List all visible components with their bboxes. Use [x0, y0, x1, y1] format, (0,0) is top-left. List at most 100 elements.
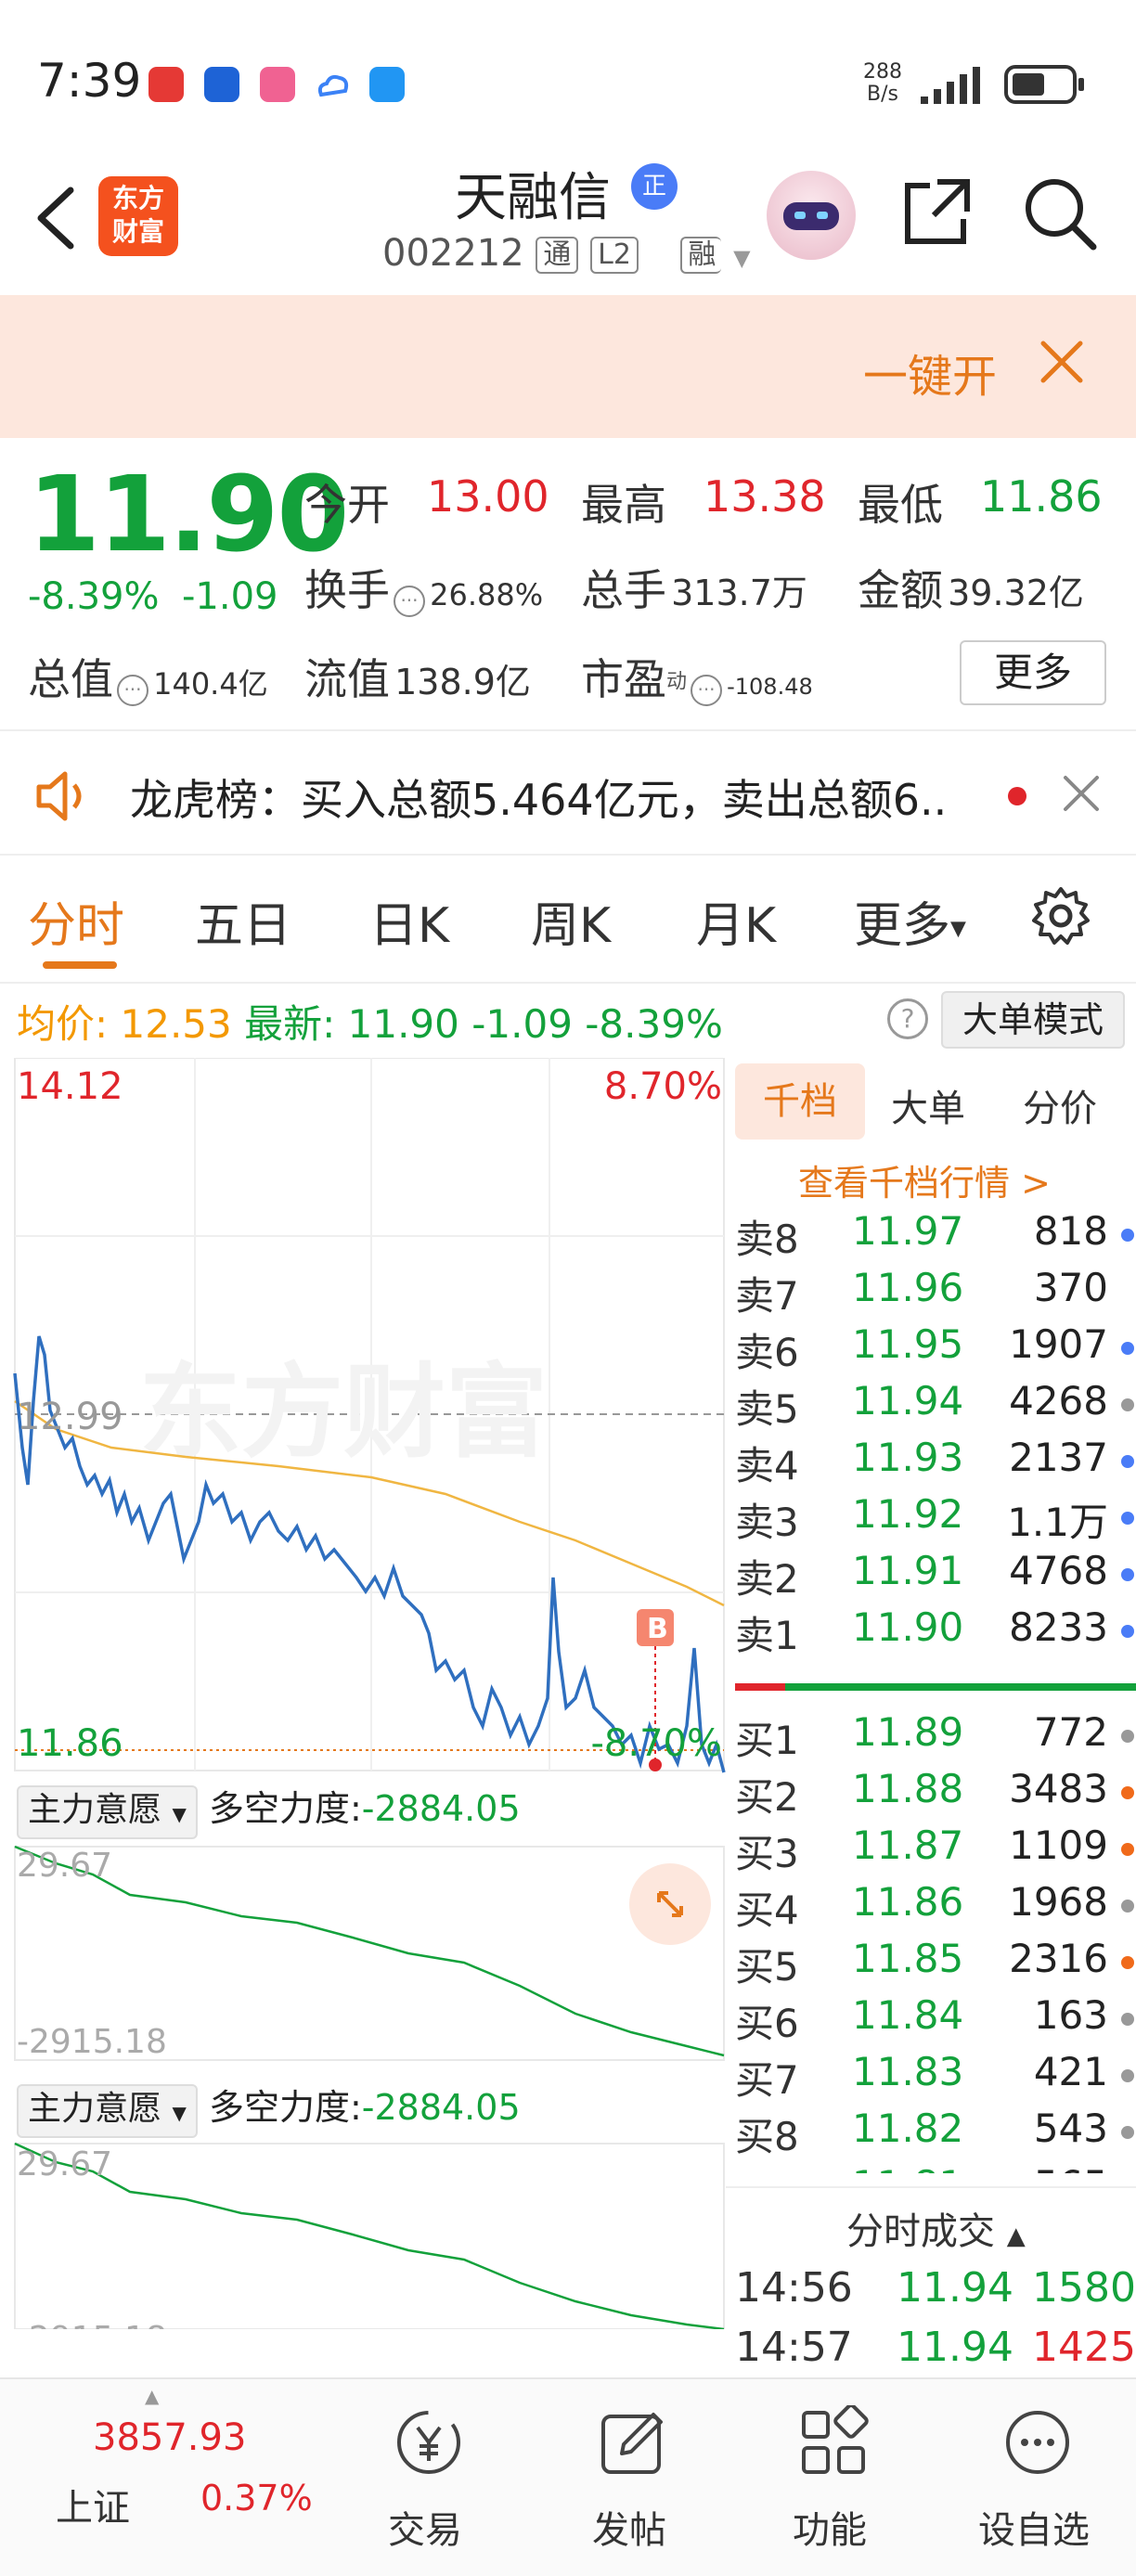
tag-l2: L2 [590, 237, 639, 274]
tab-weekly-k[interactable]: 周K [531, 886, 611, 956]
indicator-select-label: 主力意愿 [28, 2090, 162, 2128]
ask-row[interactable]: 卖2 11.91 4768 [726, 1548, 1136, 1604]
bid-row[interactable]: 买3 11.87 1109 [726, 1823, 1136, 1879]
indicator-select[interactable]: 主力意愿 ▼ [17, 1785, 198, 1839]
banner-text[interactable]: 一键开 [863, 340, 997, 405]
change-percent: -8.39% [28, 575, 160, 618]
bid-row[interactable]: 买9 11.81 565 [726, 2162, 1136, 2173]
level-volume: 8233 [1009, 1604, 1108, 1650]
bid-ask-ratio-bar [735, 1683, 1136, 1691]
search-icon[interactable] [1021, 174, 1099, 252]
bid-row[interactable]: 买1 11.89 772 [726, 1709, 1136, 1766]
nav-add-watchlist[interactable]: 设自选 [932, 2379, 1136, 2576]
nav-trade-label: 交易 [388, 2509, 462, 2552]
gear-icon[interactable] [1028, 883, 1093, 948]
logo-line2: 财富 [111, 216, 164, 247]
ask-row[interactable]: 卖4 11.93 2137 [726, 1435, 1136, 1491]
ask-row[interactable]: 卖6 11.95 1907 [726, 1321, 1136, 1378]
float-field: 流值 138.9亿 [304, 646, 531, 707]
tab-monthly-k[interactable]: 月K [696, 886, 776, 956]
level-dot [1121, 1568, 1134, 1581]
ask-row[interactable]: 卖7 11.96 370 [726, 1265, 1136, 1321]
divider [0, 854, 1136, 856]
amount-value: 39.32亿 [948, 573, 1084, 613]
bid-row[interactable]: 买6 11.84 163 [726, 1992, 1136, 2049]
close-icon[interactable] [1058, 770, 1104, 817]
level-price: 11.88 [852, 1766, 964, 1811]
trades-title[interactable]: 分时成交 ▲ [846, 2201, 1026, 2255]
trade-time: 14:57 [735, 2324, 853, 2371]
net-speed-unit: B/s [867, 83, 898, 106]
level-volume: 1907 [1009, 1321, 1108, 1367]
index-ticker[interactable]: ▲ 3857.93 上证 0.37% [0, 2379, 313, 2576]
indicator-label: 多空力度: [208, 1788, 362, 1829]
notice-text[interactable]: 龙虎榜：买入总额5.464亿元，卖出总额6.. [130, 766, 1002, 828]
latest-value: 11.90 [347, 1001, 459, 1047]
edit-icon [601, 2413, 663, 2474]
eastmoney-logo: 东方 财富 [98, 176, 178, 256]
volume-field: 总手 313.7万 [581, 557, 807, 618]
float-label: 流值 [304, 654, 390, 704]
more-dots-icon[interactable]: ··· [394, 585, 425, 617]
bid-row[interactable]: 买8 11.82 543 [726, 2106, 1136, 2162]
volume-value: 313.7万 [671, 573, 807, 613]
chart-bottom-pct: -8.70% [590, 1722, 722, 1765]
bid-row[interactable]: 买5 11.85 2316 [726, 1936, 1136, 1992]
bid-row[interactable]: 买2 11.88 3483 [726, 1766, 1136, 1823]
ask-row[interactable]: 卖1 11.90 8233 [726, 1604, 1136, 1661]
tab-more[interactable]: 更多▼ [854, 886, 966, 956]
bid-row[interactable]: 买7 11.83 421 [726, 2049, 1136, 2106]
open-account-banner[interactable]: 一键开 [0, 295, 1136, 438]
big-order-mode-button[interactable]: 大单模式 [941, 991, 1125, 1049]
intraday-chart[interactable]: 东方财富 B 14.12 8.70% 12.99 11.86 -8.70% 29… [0, 1058, 726, 2329]
level-label: 卖3 [735, 1500, 799, 1545]
level-dot [1121, 1843, 1134, 1856]
help-icon[interactable]: ? [887, 998, 928, 1039]
more-button[interactable]: 更多 [960, 640, 1106, 705]
badge-icon: 正 [631, 163, 678, 210]
level-dot [1121, 1625, 1134, 1638]
more-dots-icon[interactable]: ··· [691, 674, 723, 706]
nav-post[interactable]: 发帖 [527, 2379, 731, 2576]
share-icon[interactable] [900, 174, 975, 249]
nav-functions[interactable]: 功能 [728, 2379, 932, 2576]
bid-row[interactable]: 买4 11.86 1968 [726, 1879, 1136, 1936]
tab-intraday[interactable]: 分时 [28, 886, 124, 956]
assistant-avatar[interactable] [767, 171, 856, 260]
latest-change-pct: -8.39% [585, 1001, 723, 1047]
chart-top-pct: 8.70% [604, 1065, 722, 1108]
tab-five-day[interactable]: 五日 [195, 886, 291, 956]
amount-label: 金额 [858, 565, 943, 615]
back-button[interactable] [28, 181, 84, 255]
ask-row[interactable]: 卖8 11.97 818 [726, 1208, 1136, 1265]
battery-icon [1004, 63, 1088, 109]
level-volume: 2137 [1009, 1435, 1108, 1480]
watermark: 东方财富 [139, 1353, 548, 1472]
level-label: 买8 [735, 2114, 799, 2159]
indicator-select[interactable]: 主力意愿 ▼ [17, 2084, 198, 2138]
chevron-down-icon: ▼ [733, 245, 751, 271]
trade-volume: 1580 [1032, 2264, 1136, 2312]
level-price: 11.84 [852, 1992, 964, 2038]
level-price: 11.96 [852, 1265, 964, 1310]
ask-row[interactable]: 卖3 11.92 1.1万 [726, 1491, 1136, 1548]
level-label: 买6 [735, 2001, 799, 2046]
level-label: 卖8 [735, 1217, 799, 1262]
more-dots-icon[interactable]: ··· [117, 674, 148, 706]
close-icon[interactable] [1034, 334, 1090, 390]
tab-underline [43, 961, 117, 969]
turnover-value: 26.88% [430, 577, 544, 612]
ask-row[interactable]: 卖5 11.94 4268 [726, 1378, 1136, 1435]
more-circle-icon [1006, 2411, 1069, 2474]
status-bar: 7:39 288 B/s [0, 0, 1136, 148]
level-dot [1121, 1786, 1134, 1799]
chevron-down-icon: ▼ [172, 1803, 187, 1825]
nav-trade[interactable]: 交易 [323, 2379, 527, 2576]
chevron-down-icon: ▼ [950, 917, 966, 941]
pe-sup: 动 [666, 670, 688, 694]
current-price: 11.90 [28, 455, 349, 575]
level-price: 11.89 [852, 1709, 964, 1755]
tab-daily-k[interactable]: 日K [369, 886, 449, 956]
stock-code-line[interactable]: 002212 通 L2 融 ▼ [382, 232, 751, 275]
level-label: 卖6 [735, 1330, 799, 1375]
